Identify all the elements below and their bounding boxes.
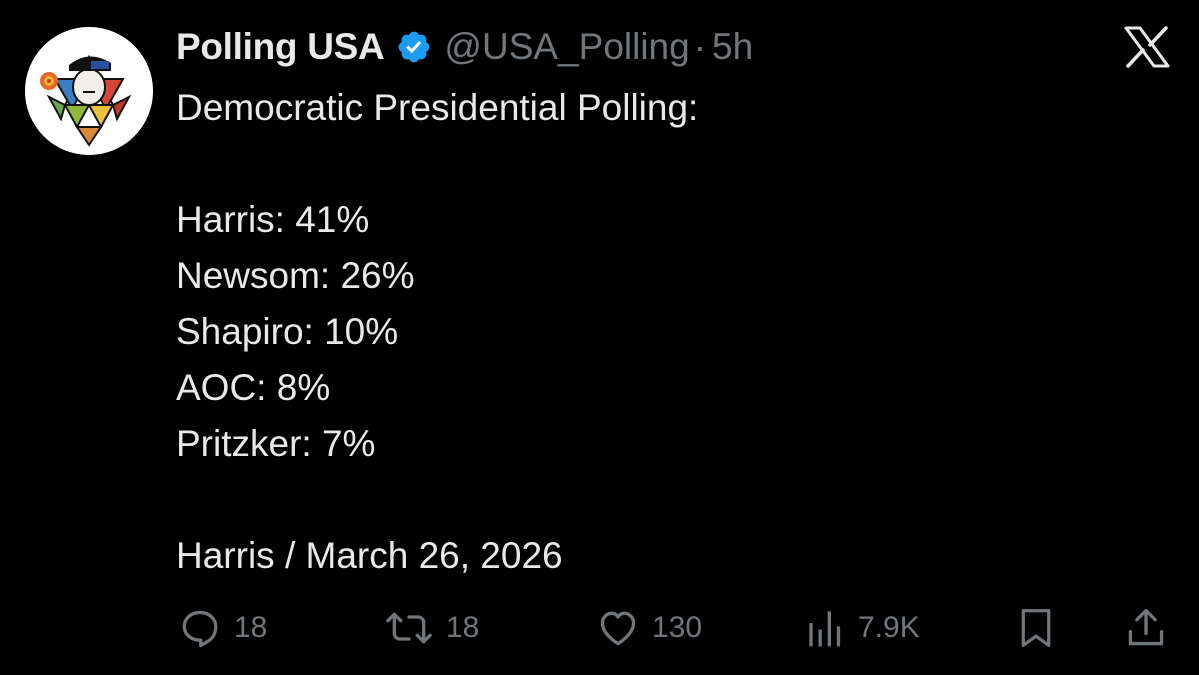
tweet-action-bar: 18 18 130 7.9K — [0, 600, 1199, 656]
tweet-header: Polling USA @USA_Polling · 5h — [176, 22, 753, 72]
tweet-timestamp[interactable]: 5h — [712, 26, 753, 68]
avatar-star-emblem-icon — [25, 27, 153, 155]
views-count: 7.9K — [858, 611, 920, 644]
bookmark-button[interactable] — [1016, 606, 1056, 650]
x-logo-icon[interactable] — [1124, 26, 1170, 68]
speech-bubble-icon — [178, 606, 222, 650]
poll-result-line: Harris: 41% — [176, 199, 370, 240]
repost-count: 18 — [446, 611, 480, 644]
repost-button[interactable]: 18 — [384, 606, 479, 650]
like-count: 130 — [652, 611, 703, 644]
tweet-headline: Democratic Presidential Polling: — [176, 87, 699, 128]
repost-arrows-icon — [384, 606, 434, 650]
tweet-text: Democratic Presidential Polling: Harris:… — [176, 80, 698, 584]
share-upload-icon — [1124, 606, 1168, 650]
bookmark-icon — [1016, 606, 1056, 650]
verified-badge-icon[interactable] — [396, 29, 432, 65]
reply-button[interactable]: 18 — [178, 606, 267, 650]
tweet-footer-line: Harris / March 26, 2026 — [176, 535, 563, 576]
reply-count: 18 — [234, 611, 268, 644]
like-button[interactable]: 130 — [596, 606, 702, 650]
poll-result-line: Newsom: 26% — [176, 255, 415, 296]
header-separator: · — [693, 26, 707, 67]
poll-result-line: Pritzker: 7% — [176, 423, 376, 464]
share-button[interactable] — [1124, 606, 1168, 650]
bar-chart-icon — [806, 606, 846, 650]
author-avatar[interactable] — [25, 27, 153, 155]
views-button[interactable]: 7.9K — [806, 606, 920, 650]
poll-result-line: Shapiro: 10% — [176, 311, 399, 352]
author-display-name[interactable]: Polling USA — [176, 26, 385, 68]
heart-icon — [596, 606, 640, 650]
poll-result-line: AOC: 8% — [176, 367, 331, 408]
author-handle[interactable]: @USA_Polling — [444, 26, 689, 68]
